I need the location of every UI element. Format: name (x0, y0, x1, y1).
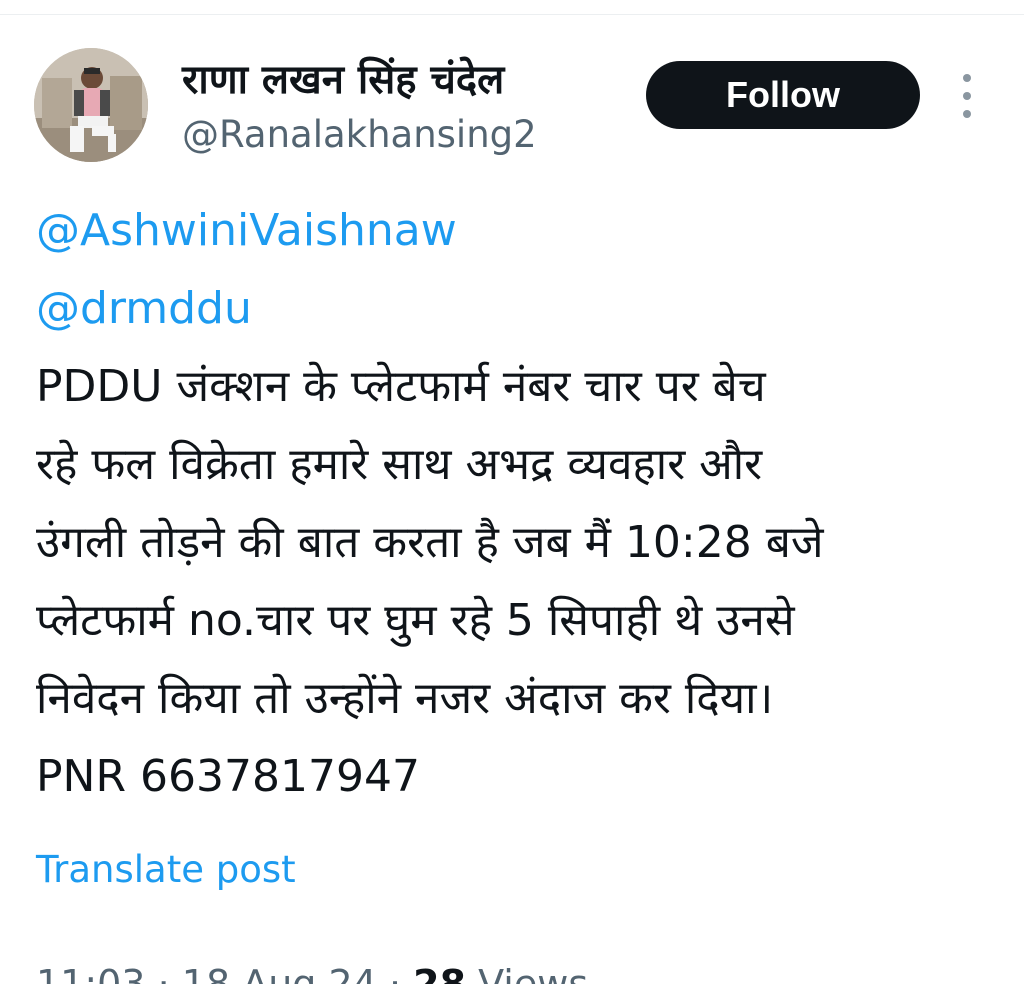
mention-link[interactable]: @drmddu (36, 283, 252, 334)
post-meta: 11:03 · 18 Aug 24 · 28 Views (36, 960, 588, 984)
post-text-line: प्लेटफार्म no.चार पर घुम रहे 5 सिपाही थे… (36, 595, 795, 646)
top-divider (0, 14, 1024, 15)
translate-post-link[interactable]: Translate post (36, 846, 296, 894)
more-dot (963, 110, 971, 118)
post-text-line: रहे फल विक्रेता हमारे साथ अभद्र व्यवहार … (36, 439, 763, 490)
meta-separator: · (388, 962, 402, 984)
more-dot (963, 92, 971, 100)
follow-button[interactable]: Follow (646, 61, 920, 129)
post-text-line: PDDU जंक्शन के प्लेटफार्म नंबर चार पर बे… (36, 361, 766, 412)
post-text-line: उंगली तोड़ने की बात करता है जब मैं 10:28… (36, 517, 824, 568)
avatar-photo (34, 48, 148, 162)
views-count: 28 (413, 962, 467, 984)
post-body: @AshwiniVaishnaw @drmddu PDDU जंक्शन के … (36, 192, 996, 816)
post-time[interactable]: 11:03 (36, 962, 146, 984)
mention-link[interactable]: @AshwiniVaishnaw (36, 205, 457, 256)
views-label: Views (478, 962, 589, 984)
more-vertical-icon[interactable] (952, 74, 982, 118)
more-dot (963, 74, 971, 82)
post-text-line: PNR 6637817947 (36, 751, 420, 802)
post-text-line: निवेदन किया तो उन्होंने नजर अंदाज कर दिय… (36, 673, 774, 724)
tweet-card: राणा लखन सिंह चंदेल @Ranalakhansing2 Fol… (0, 0, 1024, 984)
avatar[interactable] (34, 48, 148, 162)
author-display-name[interactable]: राणा लखन सिंह चंदेल (182, 56, 504, 104)
meta-separator: · (157, 962, 170, 984)
author-handle[interactable]: @Ranalakhansing2 (182, 112, 537, 158)
post-date[interactable]: 18 Aug 24 (182, 962, 377, 984)
